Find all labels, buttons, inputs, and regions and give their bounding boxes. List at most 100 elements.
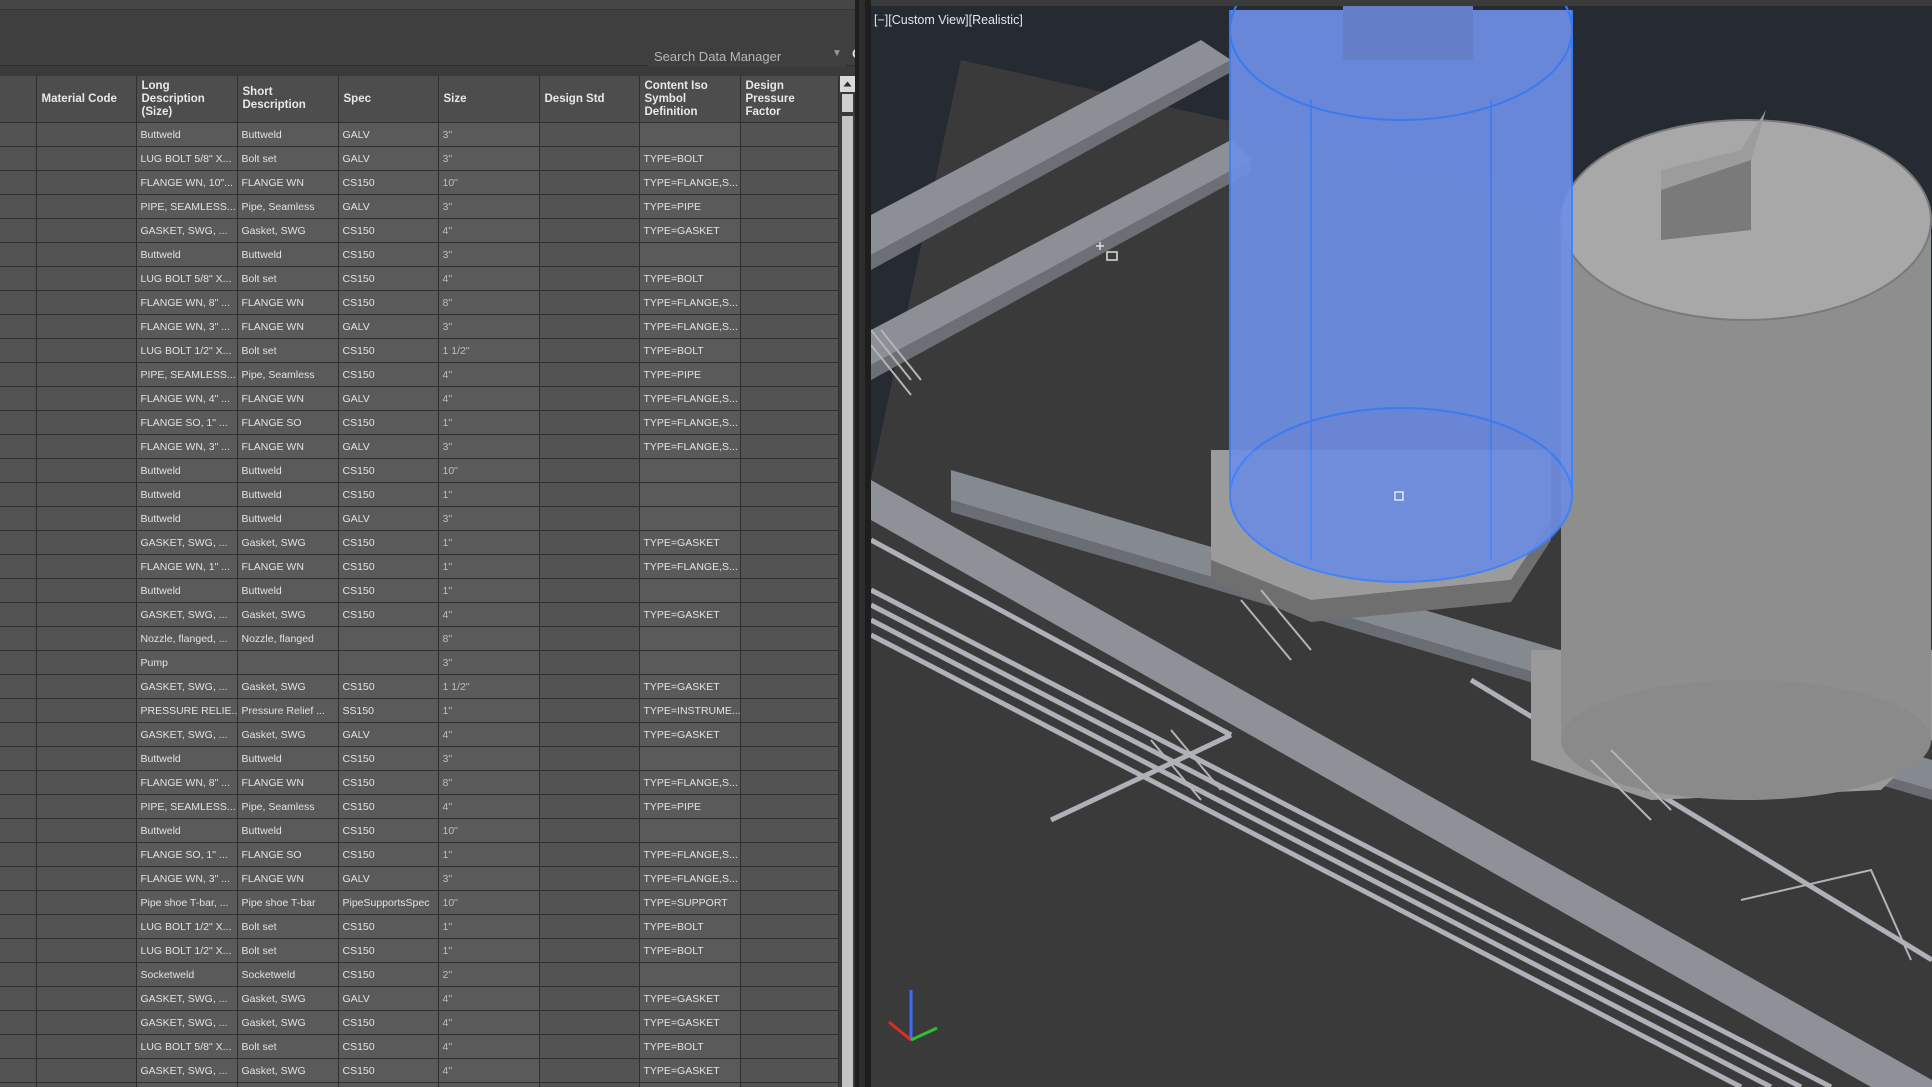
short-description-cell[interactable]: Bolt set xyxy=(237,266,339,291)
row-cell[interactable] xyxy=(0,434,37,459)
row-cell[interactable] xyxy=(0,1034,37,1059)
table-row[interactable]: GASKET, SWG, ... Gasket, SWG CS150 4" TYPE=G… xyxy=(0,1010,839,1035)
column-header-design-pressure-factor[interactable]: Design Pressure Factor xyxy=(740,76,839,123)
table-row[interactable]: PRESSURE RELIE... Pressure Relief ... SS15… xyxy=(0,698,839,723)
row-cell[interactable] xyxy=(0,362,37,387)
material-code-cell[interactable] xyxy=(36,842,137,867)
table-row[interactable]: Pipe shoe T-bar, ... Pipe shoe T-bar PipeS… xyxy=(0,890,839,915)
long-description-cell[interactable]: FLANGE WN, 3" ... xyxy=(136,434,238,459)
design-pressure-factor-cell[interactable] xyxy=(740,842,839,867)
design-std-cell[interactable] xyxy=(539,746,640,771)
material-code-cell[interactable] xyxy=(36,674,137,699)
long-description-cell[interactable]: PIPE, SEAMLESS... xyxy=(136,794,238,819)
size-cell[interactable]: 1" xyxy=(438,482,540,507)
long-description-cell[interactable]: Buttweld xyxy=(136,746,238,771)
content-iso-symbol-cell[interactable] xyxy=(639,122,741,147)
data-grid[interactable]: Material Code Long Description (Size) Sh… xyxy=(0,76,840,1087)
content-iso-symbol-cell[interactable]: TYPE=FLANGE,S... xyxy=(639,554,741,579)
long-description-cell[interactable]: GASKET, SWG, ... xyxy=(136,1010,238,1035)
short-description-cell[interactable]: Buttweld xyxy=(237,242,339,267)
spec-cell[interactable]: CS150 xyxy=(338,242,439,267)
table-row[interactable]: Buttweld Buttweld CS150 10" xyxy=(0,818,839,843)
size-cell[interactable]: 3" xyxy=(438,194,540,219)
short-description-cell[interactable]: FLANGE WN xyxy=(237,290,339,315)
short-description-cell[interactable] xyxy=(237,650,339,675)
row-cell[interactable] xyxy=(0,890,37,915)
size-cell[interactable]: 10" xyxy=(438,890,540,915)
spec-cell[interactable]: CS150 xyxy=(338,338,439,363)
row-cell[interactable] xyxy=(0,1082,37,1087)
short-description-cell[interactable]: Buttweld xyxy=(237,506,339,531)
size-cell[interactable]: 4" xyxy=(438,986,540,1011)
design-pressure-factor-cell[interactable] xyxy=(740,698,839,723)
size-cell[interactable]: 4" xyxy=(438,218,540,243)
design-pressure-factor-cell[interactable] xyxy=(740,122,839,147)
short-description-cell[interactable]: Gasket, SWG xyxy=(237,1058,339,1083)
material-code-cell[interactable] xyxy=(36,650,137,675)
size-cell[interactable]: 1" xyxy=(438,842,540,867)
design-pressure-factor-cell[interactable] xyxy=(740,290,839,315)
design-std-cell[interactable] xyxy=(539,1010,640,1035)
long-description-cell[interactable]: LUG BOLT 1/2" X... xyxy=(136,338,238,363)
row-cell[interactable] xyxy=(0,746,37,771)
spec-cell[interactable]: CS150 xyxy=(338,770,439,795)
size-cell[interactable]: 4" xyxy=(438,722,540,747)
material-code-cell[interactable] xyxy=(36,962,137,987)
design-pressure-factor-cell[interactable] xyxy=(740,818,839,843)
design-std-cell[interactable] xyxy=(539,794,640,819)
short-description-cell[interactable]: FLANGE WN xyxy=(237,554,339,579)
design-pressure-factor-cell[interactable] xyxy=(740,242,839,267)
design-pressure-factor-cell[interactable] xyxy=(740,218,839,243)
long-description-cell[interactable]: GASKET, SWG, ... xyxy=(136,674,238,699)
size-cell[interactable]: 2" xyxy=(438,962,540,987)
column-header-spec[interactable]: Spec xyxy=(338,76,439,123)
design-pressure-factor-cell[interactable] xyxy=(740,386,839,411)
short-description-cell[interactable]: Nozzle, flanged xyxy=(237,626,339,651)
long-description-cell[interactable]: Nozzle, flanged, ... xyxy=(136,626,238,651)
material-code-cell[interactable] xyxy=(36,1058,137,1083)
design-std-cell[interactable] xyxy=(539,146,640,171)
short-description-cell[interactable]: Gasket, SWG xyxy=(237,674,339,699)
material-code-cell[interactable] xyxy=(36,554,137,579)
design-std-cell[interactable] xyxy=(539,938,640,963)
design-pressure-factor-cell[interactable] xyxy=(740,506,839,531)
table-row[interactable]: Nozzle, flanged, ... Nozzle, flanged 8" xyxy=(0,626,839,651)
content-iso-symbol-cell[interactable]: TYPE=FLANGE,S... xyxy=(639,170,741,195)
spec-cell[interactable] xyxy=(338,626,439,651)
size-cell[interactable]: 3" xyxy=(438,746,540,771)
table-row[interactable]: ButtweldButtweldCS1503" xyxy=(0,1082,839,1087)
short-description-cell[interactable]: Gasket, SWG xyxy=(237,986,339,1011)
search-box[interactable]: ▼ xyxy=(648,45,866,67)
row-cell[interactable] xyxy=(0,122,37,147)
size-cell[interactable]: 4" xyxy=(438,1010,540,1035)
scrollbar-track[interactable] xyxy=(842,116,853,1087)
content-iso-symbol-cell[interactable]: TYPE=FLANGE,S... xyxy=(639,434,741,459)
row-cell[interactable] xyxy=(0,722,37,747)
content-iso-symbol-cell[interactable]: TYPE=PIPE xyxy=(639,194,741,219)
long-description-cell[interactable]: Buttweld xyxy=(136,578,238,603)
table-row[interactable]: FLANGE SO, 1" ... FLANGE SO CS150 1" TYPE=FL… xyxy=(0,410,839,435)
spec-cell[interactable]: CS150 xyxy=(338,1034,439,1059)
spec-cell[interactable]: GALV xyxy=(338,122,439,147)
size-cell[interactable]: 3" xyxy=(438,434,540,459)
row-cell[interactable] xyxy=(0,242,37,267)
content-iso-symbol-cell[interactable]: TYPE=GASKET xyxy=(639,674,741,699)
spec-cell[interactable]: GALV xyxy=(338,506,439,531)
size-cell[interactable]: 4" xyxy=(438,362,540,387)
table-row[interactable]: GASKET, SWG, ... Gasket, SWG CS150 1" TYPE=G… xyxy=(0,530,839,555)
material-code-cell[interactable] xyxy=(36,1010,137,1035)
long-description-cell[interactable]: GASKET, SWG, ... xyxy=(136,986,238,1011)
design-std-cell[interactable] xyxy=(539,698,640,723)
size-cell[interactable]: 1" xyxy=(438,554,540,579)
size-cell[interactable]: 4" xyxy=(438,1058,540,1083)
design-pressure-factor-cell[interactable] xyxy=(740,914,839,939)
design-std-cell[interactable] xyxy=(539,482,640,507)
table-row[interactable]: FLANGE WN, 3" ... FLANGE WN GALV 3" TYPE=FLA… xyxy=(0,314,839,339)
table-row[interactable]: GASKET, SWG, ... Gasket, SWG CS150 4" TYPE=G… xyxy=(0,218,839,243)
material-code-cell[interactable] xyxy=(36,242,137,267)
short-description-cell[interactable]: FLANGE SO xyxy=(237,410,339,435)
material-code-cell[interactable] xyxy=(36,1082,137,1087)
design-pressure-factor-cell[interactable] xyxy=(740,554,839,579)
content-iso-symbol-cell[interactable]: TYPE=FLANGE,S... xyxy=(639,410,741,435)
material-code-cell[interactable] xyxy=(36,986,137,1011)
